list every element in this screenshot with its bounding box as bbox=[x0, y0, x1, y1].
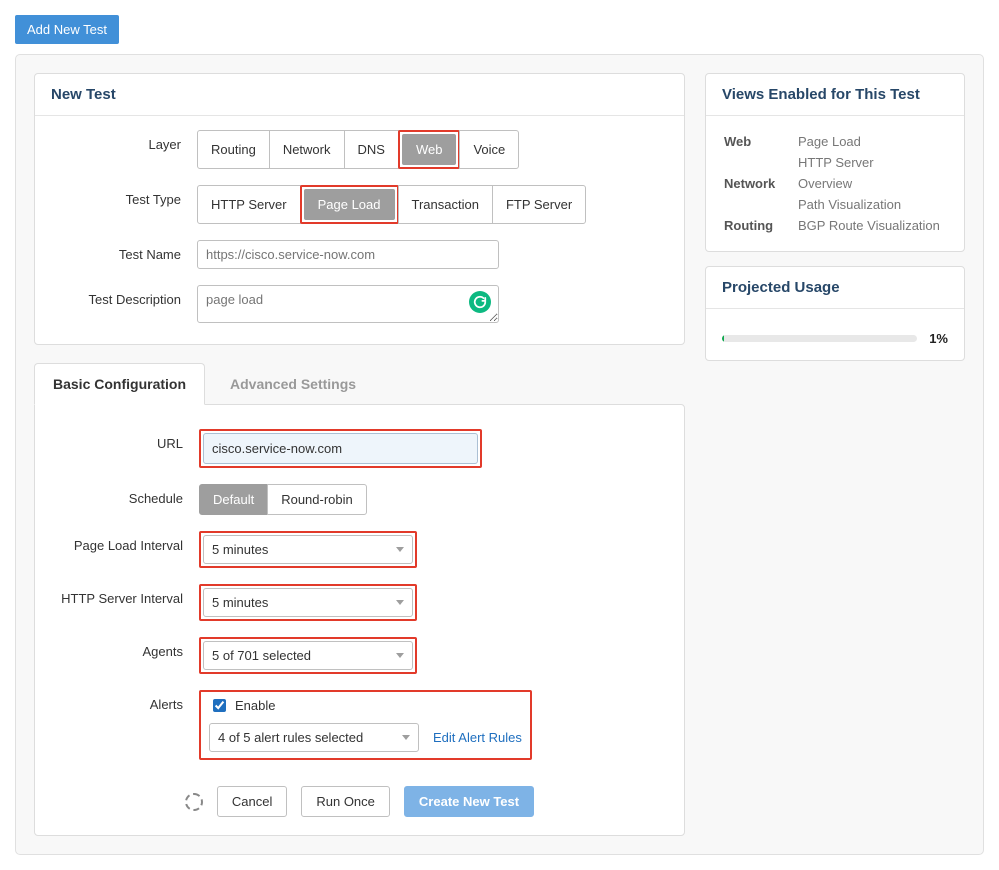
test-type-ftp-server[interactable]: FTP Server bbox=[492, 185, 586, 224]
views-item: Path Visualization bbox=[798, 195, 946, 214]
grammarly-icon[interactable] bbox=[469, 291, 491, 313]
alert-rules-value: 4 of 5 alert rules selected bbox=[218, 730, 363, 745]
views-enabled-panel: Views Enabled for This Test Web Page Loa… bbox=[705, 73, 965, 252]
layer-option-routing[interactable]: Routing bbox=[197, 130, 270, 169]
new-test-panel: New Test Layer Routing Network DNS Web bbox=[34, 73, 685, 345]
layer-option-web[interactable]: Web bbox=[402, 134, 457, 165]
test-description-label: Test Description bbox=[51, 285, 197, 307]
alert-rules-select[interactable]: 4 of 5 alert rules selected bbox=[209, 723, 419, 752]
views-item: Page Load bbox=[798, 132, 946, 151]
layer-group: Routing Network DNS Web Voice bbox=[197, 130, 519, 169]
test-type-group: HTTP Server Page Load Transaction FTP Se… bbox=[197, 185, 586, 224]
views-cat-routing: Routing bbox=[724, 216, 796, 235]
edit-alert-rules-link[interactable]: Edit Alert Rules bbox=[433, 730, 522, 745]
http-server-interval-value: 5 minutes bbox=[212, 595, 268, 610]
usage-progress-bar bbox=[722, 335, 917, 342]
usage-percent: 1% bbox=[929, 331, 948, 346]
views-enabled-title: Views Enabled for This Test bbox=[706, 74, 964, 116]
test-type-http-server[interactable]: HTTP Server bbox=[197, 185, 301, 224]
test-type-page-load[interactable]: Page Load bbox=[304, 189, 395, 220]
config-tabs: Basic Configuration Advanced Settings bbox=[34, 363, 685, 405]
schedule-round-robin[interactable]: Round-robin bbox=[267, 484, 367, 515]
views-item: BGP Route Visualization bbox=[798, 216, 946, 235]
alerts-enable-label: Enable bbox=[235, 698, 275, 713]
test-type-transaction[interactable]: Transaction bbox=[398, 185, 493, 224]
test-description-textarea[interactable] bbox=[197, 285, 499, 323]
footer-actions: Cancel Run Once Create New Test bbox=[53, 786, 666, 817]
tab-advanced-settings[interactable]: Advanced Settings bbox=[211, 363, 375, 405]
views-table: Web Page Load HTTP Server Network Overvi… bbox=[722, 130, 948, 237]
loading-spinner-icon bbox=[185, 793, 203, 811]
layer-label: Layer bbox=[51, 130, 197, 152]
agents-value: 5 of 701 selected bbox=[212, 648, 311, 663]
test-name-input[interactable] bbox=[197, 240, 499, 269]
layer-option-dns[interactable]: DNS bbox=[344, 130, 399, 169]
alerts-enable-checkbox[interactable] bbox=[213, 699, 226, 712]
http-server-interval-label: HTTP Server Interval bbox=[53, 584, 199, 606]
schedule-group: Default Round-robin bbox=[199, 484, 367, 515]
alerts-label: Alerts bbox=[53, 690, 199, 712]
url-label: URL bbox=[53, 429, 199, 451]
tab-basic-configuration[interactable]: Basic Configuration bbox=[34, 363, 205, 405]
views-item: Overview bbox=[798, 174, 946, 193]
agents-select[interactable]: 5 of 701 selected bbox=[203, 641, 413, 670]
views-cat-network: Network bbox=[724, 174, 796, 193]
layer-option-network[interactable]: Network bbox=[269, 130, 345, 169]
views-cat-web: Web bbox=[724, 132, 796, 151]
agents-label: Agents bbox=[53, 637, 199, 659]
new-test-title: New Test bbox=[35, 74, 684, 116]
test-name-label: Test Name bbox=[51, 240, 197, 262]
create-new-test-button[interactable]: Create New Test bbox=[404, 786, 534, 817]
schedule-default[interactable]: Default bbox=[199, 484, 268, 515]
basic-config-panel: URL Schedule Default Round-robin bbox=[34, 404, 685, 836]
page-load-interval-select[interactable]: 5 minutes bbox=[203, 535, 413, 564]
http-server-interval-select[interactable]: 5 minutes bbox=[203, 588, 413, 617]
caret-down-icon bbox=[396, 547, 404, 552]
caret-down-icon bbox=[396, 600, 404, 605]
usage-progress-fill bbox=[722, 335, 724, 342]
layer-option-voice[interactable]: Voice bbox=[459, 130, 519, 169]
caret-down-icon bbox=[402, 735, 410, 740]
url-input[interactable] bbox=[203, 433, 478, 464]
page-load-interval-label: Page Load Interval bbox=[53, 531, 199, 553]
schedule-label: Schedule bbox=[53, 484, 199, 506]
projected-usage-title: Projected Usage bbox=[706, 267, 964, 309]
caret-down-icon bbox=[396, 653, 404, 658]
main-panel: New Test Layer Routing Network DNS Web bbox=[15, 54, 984, 855]
add-new-test-button[interactable]: Add New Test bbox=[15, 15, 119, 44]
page-load-interval-value: 5 minutes bbox=[212, 542, 268, 557]
test-type-label: Test Type bbox=[51, 185, 197, 207]
projected-usage-panel: Projected Usage 1% bbox=[705, 266, 965, 361]
run-once-button[interactable]: Run Once bbox=[301, 786, 390, 817]
views-item: HTTP Server bbox=[798, 153, 946, 172]
cancel-button[interactable]: Cancel bbox=[217, 786, 287, 817]
